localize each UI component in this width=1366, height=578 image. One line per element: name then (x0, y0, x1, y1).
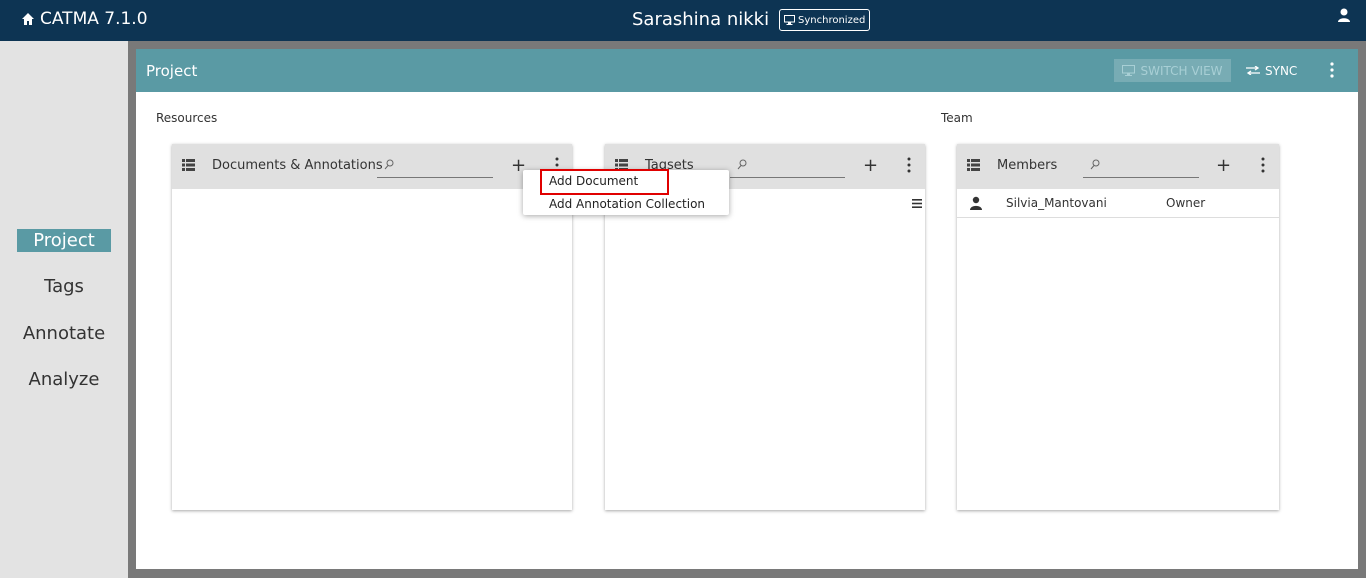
project-header: Project SWITCH VIEW SYNC (136, 49, 1358, 92)
nav-item-label: Tags (44, 276, 84, 297)
search-icon (384, 159, 394, 170)
documents-search-input[interactable] (377, 154, 493, 178)
nav-item-label: Project (17, 229, 111, 252)
user-account-icon[interactable] (1336, 7, 1352, 23)
monitor-icon (1122, 65, 1136, 76)
page-title: Project (146, 62, 198, 80)
top-bar: CATMA 7.1.0 Sarashina nikki Synchronized (0, 0, 1366, 41)
table-row[interactable]: Silvia_Mantovani Owner (957, 189, 1279, 218)
sync-label: SYNC (1265, 63, 1298, 78)
members-card-title: Members (997, 158, 1058, 173)
add-member-button[interactable]: + (1216, 155, 1231, 176)
documents-card-title: Documents & Annotations (212, 158, 383, 173)
documents-card-header: Documents & Annotations + (172, 144, 572, 189)
home-link[interactable]: CATMA 7.1.0 (21, 9, 148, 29)
tagsets-search-input[interactable] (730, 154, 845, 178)
team-label: Team (941, 111, 973, 125)
left-navigation: Project Tags Annotate Analyze (0, 41, 128, 578)
project-panel: Project SWITCH VIEW SYNC Resources Team … (136, 49, 1358, 569)
menu-icon[interactable] (912, 199, 922, 208)
sync-status-label: Synchronized (798, 14, 866, 26)
more-options-icon[interactable] (906, 157, 912, 173)
nav-item-label: Annotate (22, 323, 106, 344)
switch-view-label: SWITCH VIEW (1140, 63, 1223, 78)
more-options-icon[interactable] (1324, 60, 1340, 80)
highlight-box (540, 169, 669, 195)
home-icon (22, 13, 34, 25)
sync-button[interactable]: SYNC (1246, 59, 1297, 82)
search-icon (737, 159, 747, 170)
sync-status-badge: Synchronized (779, 9, 871, 31)
nav-item-label: Analyze (28, 369, 100, 390)
member-role: Owner (1166, 196, 1206, 210)
nav-item-annotate[interactable]: Annotate (0, 323, 128, 344)
members-card-header: Members + (957, 144, 1279, 189)
add-tagset-button[interactable]: + (863, 155, 878, 176)
search-icon (1090, 159, 1100, 170)
list-icon (182, 159, 195, 171)
project-name: Sarashina nikki (632, 9, 770, 30)
list-icon (967, 159, 980, 171)
member-name: Silvia_Mantovani (1006, 196, 1107, 210)
documents-card: Documents & Annotations + (172, 144, 572, 510)
nav-item-analyze[interactable]: Analyze (0, 369, 128, 390)
sync-arrows-icon (1246, 66, 1260, 75)
nav-item-tags[interactable]: Tags (0, 276, 128, 297)
more-options-icon[interactable] (1260, 157, 1266, 173)
user-icon (970, 196, 982, 210)
nav-item-project[interactable]: Project (0, 229, 128, 252)
app-title: CATMA 7.1.0 (40, 9, 148, 29)
members-card: Members + Silvia_Mantovani Owner (957, 144, 1279, 510)
monitor-icon (784, 15, 795, 25)
menu-item-add-annotation-collection[interactable]: Add Annotation Collection (549, 197, 705, 211)
resources-label: Resources (156, 111, 218, 125)
members-search-input[interactable] (1083, 154, 1199, 178)
switch-view-button[interactable]: SWITCH VIEW (1114, 59, 1231, 82)
